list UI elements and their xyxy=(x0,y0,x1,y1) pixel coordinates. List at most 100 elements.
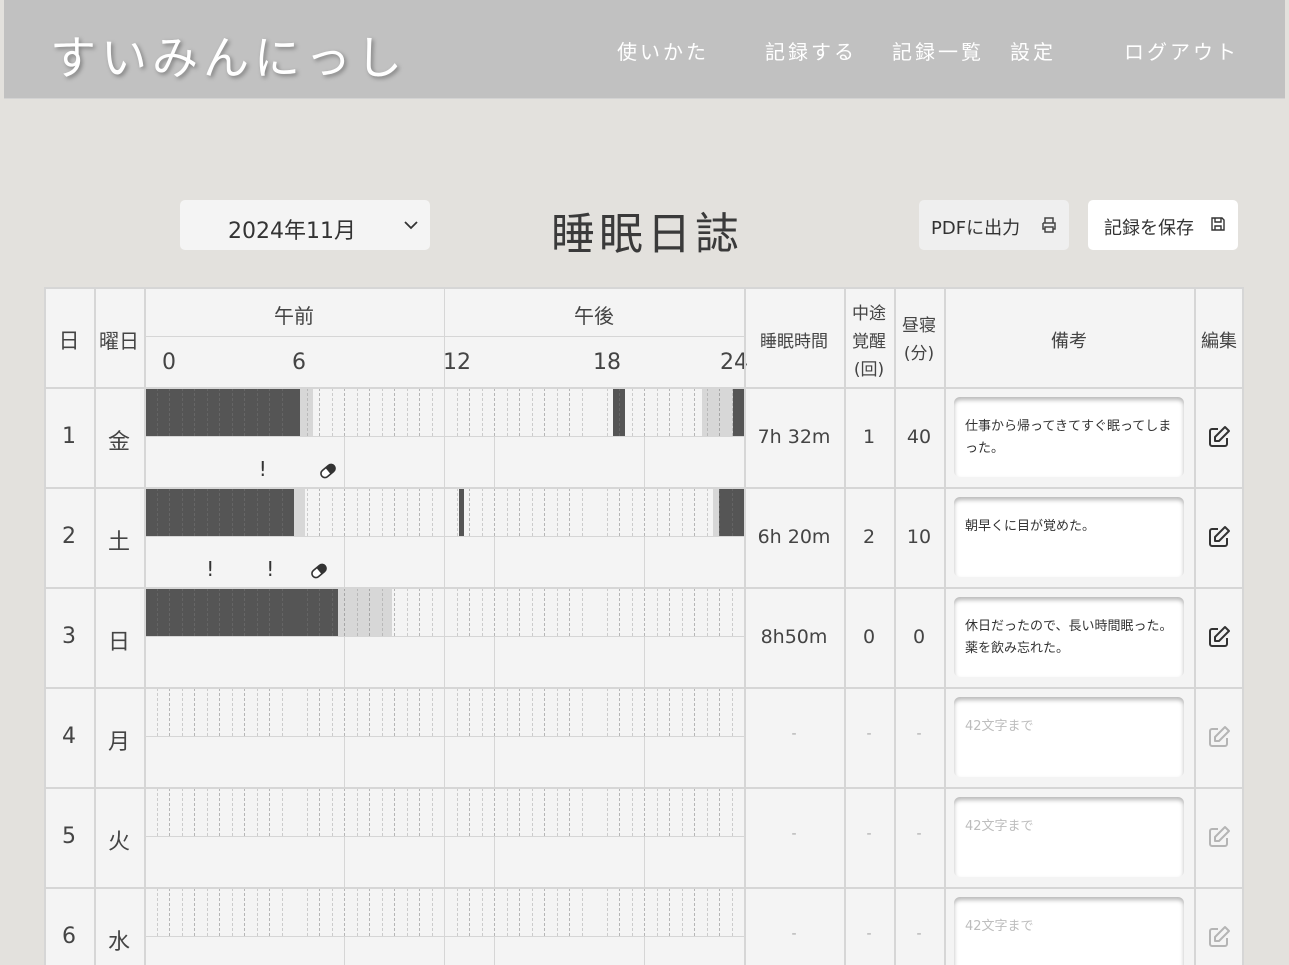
nav-logout[interactable]: ログアウト xyxy=(1124,36,1239,65)
half-hour-gridline xyxy=(494,388,495,436)
half-hour-gridline xyxy=(306,588,308,636)
half-hour-gridline xyxy=(181,388,183,436)
half-hour-gridline xyxy=(456,888,458,936)
col-header-wakeups: (回) xyxy=(853,360,885,380)
half-hour-gridline xyxy=(644,588,645,636)
half-hour-gridline xyxy=(681,688,683,736)
weekday: 金 xyxy=(107,430,130,455)
half-hour-gridline xyxy=(606,488,608,536)
half-hour-gridline xyxy=(231,688,233,736)
app-logo[interactable]: すいみんにっし xyxy=(50,22,407,88)
quarter-day-line xyxy=(644,637,645,687)
half-hour-gridline xyxy=(706,488,708,536)
half-hour-gridline xyxy=(181,888,183,936)
half-hour-gridline xyxy=(356,388,358,436)
awake-arrow xyxy=(579,441,614,451)
day-number: 1 xyxy=(62,424,76,449)
quarter-day-line xyxy=(644,737,645,787)
half-hour-gridline xyxy=(394,588,395,636)
half-hour-gridline xyxy=(181,488,183,536)
wakeup-count: 2 xyxy=(862,526,876,548)
quarter-day-line xyxy=(494,937,495,965)
caffeine-mark: ! xyxy=(266,557,275,581)
half-hour-gridline xyxy=(694,588,695,636)
half-hour-gridline xyxy=(681,388,683,436)
half-hour-gridline xyxy=(606,588,608,636)
nav-settings[interactable]: 設定 xyxy=(1010,36,1056,65)
wakeup-count: - xyxy=(866,826,872,842)
half-hour-gridline xyxy=(706,788,708,836)
save-record-button[interactable]: 記録を保存 xyxy=(1088,200,1238,250)
edit-icon[interactable] xyxy=(1206,524,1232,550)
column-divider xyxy=(894,287,896,965)
edit-icon[interactable] xyxy=(1206,424,1232,450)
half-hour-gridline xyxy=(569,688,570,736)
half-hour-gridline xyxy=(256,488,258,536)
month-select[interactable]: 2024年11月 xyxy=(180,200,430,250)
hour-tick-label: 24 xyxy=(720,350,748,375)
notes-field[interactable]: 42文字まで xyxy=(954,797,1184,877)
half-hour-gridline xyxy=(219,788,220,836)
half-hour-gridline xyxy=(406,588,408,636)
half-hour-gridline xyxy=(169,388,170,436)
half-hour-gridline xyxy=(519,788,520,836)
half-hour-gridline xyxy=(219,488,220,536)
half-hour-gridline xyxy=(406,488,408,536)
half-hour-gridline xyxy=(606,888,608,936)
half-hour-gridline xyxy=(694,788,695,836)
notes-field[interactable]: 42文字まで xyxy=(954,897,1184,965)
half-hour-gridline xyxy=(556,388,558,436)
sleep-bar xyxy=(144,387,301,437)
half-hour-gridline xyxy=(431,488,433,536)
notes-field[interactable]: 朝早くに目が覚めた。 xyxy=(954,497,1184,577)
notes-field[interactable]: 仕事から帰ってきてすぐ眠ってしまった。 xyxy=(954,397,1184,477)
quarter-day-line xyxy=(494,437,495,487)
sleep-bar xyxy=(144,587,338,637)
half-hour-gridline xyxy=(356,688,358,736)
nav-record-list[interactable]: 記録一覧 xyxy=(892,36,984,65)
half-hour-gridline xyxy=(356,588,358,636)
half-hour-gridline xyxy=(156,388,158,436)
half-hour-gridline xyxy=(656,388,658,436)
half-hour-gridline xyxy=(494,488,495,536)
half-hour-gridline xyxy=(256,688,258,736)
awake-arrow xyxy=(313,441,369,451)
half-hour-gridline xyxy=(369,788,370,836)
nav-record[interactable]: 記録する xyxy=(765,36,857,65)
half-hour-gridline xyxy=(531,588,533,636)
weekday: 日 xyxy=(107,630,130,655)
half-hour-gridline xyxy=(244,588,245,636)
sleep-duration: - xyxy=(791,726,797,742)
half-hour-gridline xyxy=(194,588,195,636)
half-hour-gridline xyxy=(181,588,183,636)
half-hour-gridline xyxy=(344,688,345,736)
quarter-day-line xyxy=(344,737,345,787)
half-hour-gridline xyxy=(156,688,158,736)
half-hour-gridline xyxy=(544,888,545,936)
notes-field[interactable]: 休日だったので、長い時間眠った。薬を飲み忘れた。 xyxy=(954,597,1184,677)
col-header-nap: 昼寝 xyxy=(902,316,936,336)
half-hour-gridline xyxy=(544,488,545,536)
column-divider xyxy=(94,287,96,965)
col-header-edit: 編集 xyxy=(1201,331,1237,352)
half-hour-gridline xyxy=(606,688,608,736)
day-number: 2 xyxy=(62,524,76,549)
nav-how-to-use[interactable]: 使いかた xyxy=(617,36,709,65)
notes-field[interactable]: 42文字まで xyxy=(954,697,1184,777)
half-hour-gridline xyxy=(569,388,570,436)
half-hour-gridline xyxy=(656,488,658,536)
half-hour-gridline xyxy=(644,888,645,936)
quarter-day-line xyxy=(644,837,645,887)
edit-icon[interactable] xyxy=(1206,824,1232,850)
edit-icon[interactable] xyxy=(1206,924,1232,950)
edit-icon[interactable] xyxy=(1206,724,1232,750)
half-hour-gridline xyxy=(419,488,420,536)
export-pdf-button[interactable]: PDFに出力 xyxy=(919,200,1069,250)
half-hour-gridline xyxy=(369,688,370,736)
edit-icon[interactable] xyxy=(1206,624,1232,650)
half-hour-gridline xyxy=(281,388,283,436)
half-hour-gridline xyxy=(719,388,720,436)
weekday: 火 xyxy=(107,830,130,855)
half-hour-gridline xyxy=(419,888,420,936)
half-hour-gridline xyxy=(644,688,645,736)
